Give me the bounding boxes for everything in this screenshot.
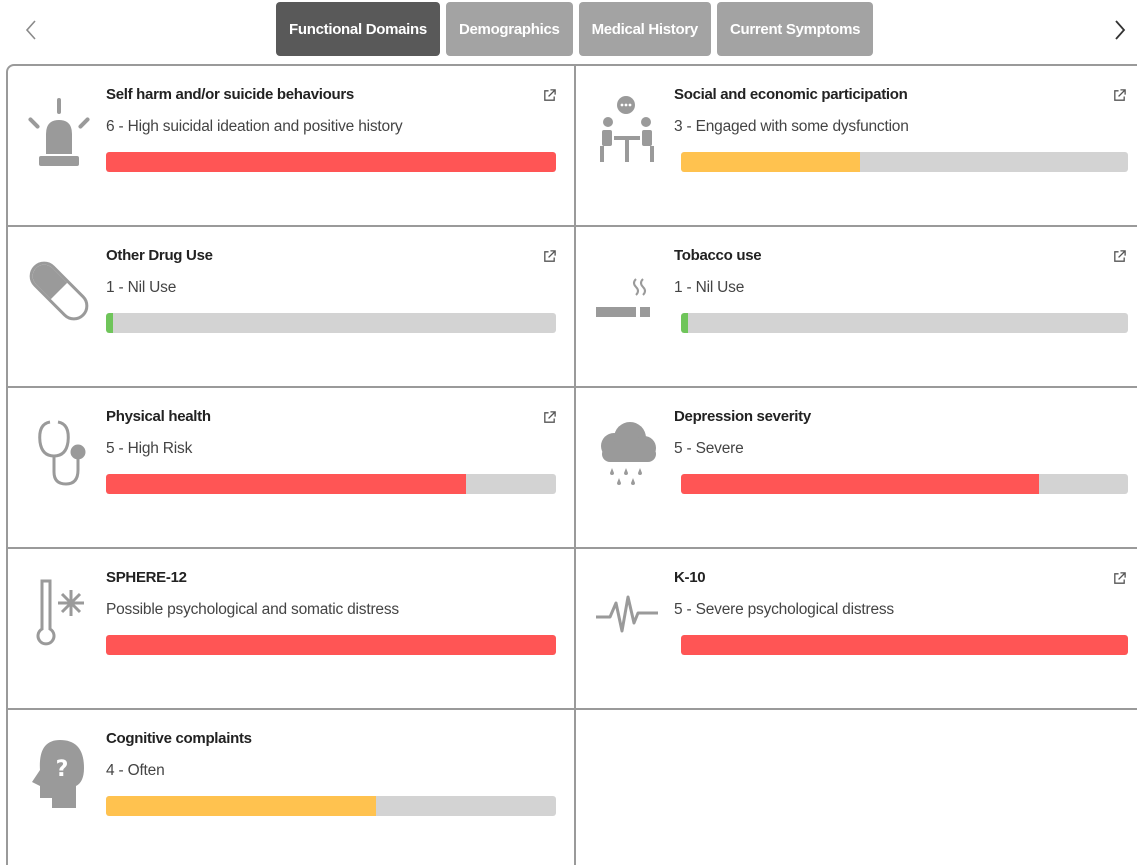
card-score: 5 - High Risk (106, 440, 193, 457)
head-question-icon: ? (22, 732, 96, 816)
stethoscope-icon (22, 410, 96, 494)
tab-current-symptoms[interactable]: Current Symptoms (716, 2, 874, 56)
card-title: Self harm and/or suicide behaviours (106, 86, 354, 103)
card-score: 3 - Engaged with some dysfunction (674, 118, 909, 135)
cigarette-icon (590, 249, 664, 333)
score-progress-bar (681, 152, 1128, 172)
tab-bar: Functional Domains Demographics Medical … (276, 2, 874, 56)
score-progress-bar (106, 152, 556, 172)
heartbeat-pulse-icon (590, 571, 664, 655)
score-progress-fill (681, 313, 688, 333)
score-progress-fill (106, 313, 113, 333)
tab-demographics[interactable]: Demographics (445, 2, 573, 56)
card-title: Depression severity (674, 408, 811, 425)
score-progress-fill (681, 152, 860, 172)
score-progress-fill (106, 474, 466, 494)
card-title: Social and economic participation (674, 86, 908, 103)
score-progress-bar (681, 635, 1128, 655)
score-progress-bar (681, 313, 1128, 333)
domain-card-other-drug-use: Other Drug Use 1 - Nil Use (8, 227, 576, 388)
score-progress-fill (681, 474, 1039, 494)
card-score: Possible psychological and somatic distr… (106, 601, 399, 618)
card-title: Tobacco use (674, 247, 762, 264)
score-progress-bar (106, 796, 556, 816)
domain-card-tobacco-use: Tobacco use 1 - Nil Use (576, 227, 1137, 388)
external-link-icon[interactable] (542, 249, 558, 265)
score-progress-fill (106, 635, 556, 655)
external-link-icon[interactable] (542, 88, 558, 104)
thermometer-cold-icon (22, 571, 96, 655)
card-score: 5 - Severe psychological distress (674, 601, 894, 618)
card-title: Physical health (106, 408, 211, 425)
pill-capsule-icon (22, 249, 96, 333)
card-score: 1 - Nil Use (106, 279, 177, 296)
external-link-icon[interactable] (1112, 571, 1128, 587)
score-progress-bar (106, 474, 556, 494)
top-navigation: Functional Domains Demographics Medical … (0, 0, 1137, 62)
card-score: 6 - High suicidal ideation and positive … (106, 118, 403, 135)
domain-card-self-harm: Self harm and/or suicide behaviours 6 - … (8, 66, 576, 227)
card-title: SPHERE-12 (106, 569, 187, 586)
score-progress-fill (681, 635, 1128, 655)
tab-functional-domains[interactable]: Functional Domains (276, 2, 440, 56)
domain-card-sphere-12: SPHERE-12 Possible psychological and som… (8, 549, 576, 710)
card-title: K-10 (674, 569, 706, 586)
external-link-icon[interactable] (542, 410, 558, 426)
card-score: 5 - Severe (674, 440, 744, 457)
domain-card-cognitive-complaints: ? Cognitive complaints 4 - Often (8, 710, 576, 865)
tab-medical-history[interactable]: Medical History (578, 2, 711, 56)
external-link-icon[interactable] (1112, 88, 1128, 104)
domain-card-social-economic: Social and economic participation 3 - En… (576, 66, 1137, 227)
card-score: 1 - Nil Use (674, 279, 745, 296)
domain-card-k-10: K-10 5 - Severe psychological distress (576, 549, 1137, 710)
siren-icon (22, 88, 96, 172)
score-progress-fill (106, 152, 556, 172)
card-title: Other Drug Use (106, 247, 213, 264)
domain-card-depression-severity: Depression severity 5 - Severe (576, 388, 1137, 549)
card-score: 4 - Often (106, 762, 165, 779)
functional-domains-panel: Self harm and/or suicide behaviours 6 - … (6, 64, 1137, 865)
score-progress-bar (106, 313, 556, 333)
score-progress-bar (681, 474, 1128, 494)
card-title: Cognitive complaints (106, 730, 252, 747)
chevron-right-icon[interactable] (1108, 18, 1132, 42)
domain-card-physical-health: Physical health 5 - High Risk (8, 388, 576, 549)
svg-text:?: ? (56, 757, 69, 782)
empty-card-slot (576, 710, 1137, 865)
chevron-left-icon[interactable] (20, 18, 44, 42)
rain-cloud-icon (590, 410, 664, 494)
score-progress-bar (106, 635, 556, 655)
domain-grid: Self harm and/or suicide behaviours 6 - … (8, 66, 1137, 865)
external-link-icon[interactable] (1112, 249, 1128, 265)
score-progress-fill (106, 796, 376, 816)
people-meeting-icon (590, 88, 664, 172)
